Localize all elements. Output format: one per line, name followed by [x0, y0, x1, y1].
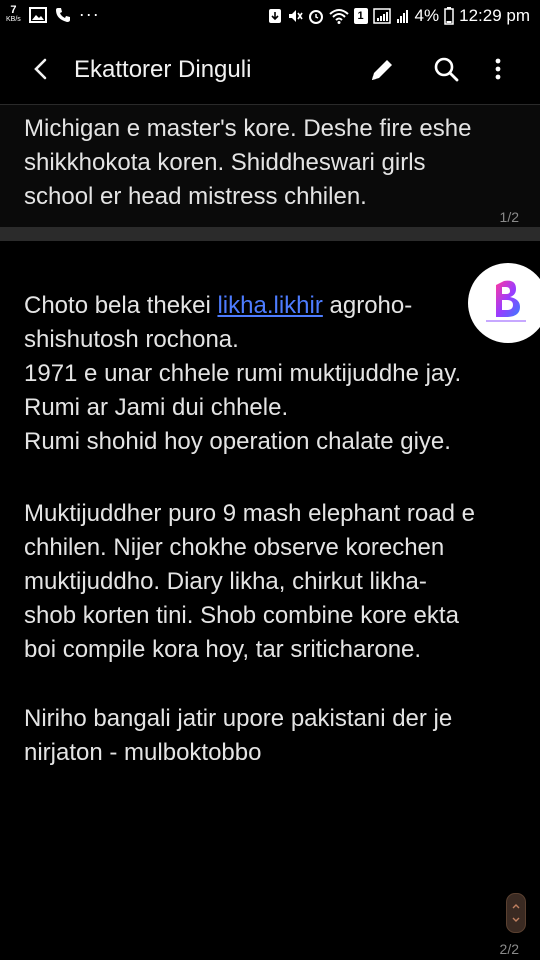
paragraph-2: Muktijuddher puro 9 mash elephant road e… — [24, 497, 524, 667]
text-line: boi compile kora hoy, tar sriticharone. — [24, 636, 422, 663]
network-speed: 7 KB/s — [6, 3, 21, 24]
network-speed-unit: KB/s — [6, 15, 21, 23]
sim-badge: 1 — [357, 10, 364, 22]
mute-icon — [287, 8, 303, 24]
overflow-menu-button[interactable] — [482, 54, 514, 86]
text-line: Choto bela thekei likha.likhir agroho- — [24, 289, 524, 323]
text-line: muktijuddho. Diary likha, chirkut likha- — [24, 568, 427, 595]
scroll-handle-icon — [512, 904, 520, 922]
back-button[interactable] — [28, 54, 56, 84]
overflow-menu-icon — [495, 58, 501, 80]
page-number: 2/2 — [499, 941, 519, 957]
text-line: Rumi shohid hoy operation chalate giye. — [24, 428, 451, 455]
text-line: shishutosh rochona. — [24, 326, 239, 353]
text-line: school er head mistress chhilen. — [24, 183, 367, 210]
app-bar: Ekattorer Dinguli — [0, 36, 540, 104]
text-segment: Choto bela thekei — [24, 292, 218, 319]
text-segment: agroho- — [322, 292, 413, 319]
page-1-text: Michigan e master's kore. Deshe fire esh… — [24, 112, 524, 214]
more-icon: ··· — [78, 4, 100, 24]
clock: 12:29 pm — [459, 6, 530, 25]
text-link[interactable]: likha.likhir — [217, 292, 322, 319]
battery-percent: 4% — [414, 6, 440, 25]
text-line: Niriho bangali jatir upore pakistani der… — [24, 705, 453, 732]
search-button[interactable] — [430, 54, 462, 86]
page-2: Choto bela thekei likha.likhir agroho- s… — [0, 241, 540, 960]
page-separator — [0, 227, 540, 241]
text-line: Rumi ar Jami dui chhele. — [24, 394, 289, 421]
image-icon — [28, 6, 47, 23]
page-title: Ekattorer Dinguli — [74, 56, 252, 83]
status-right: 1 4% 12:29 pm — [268, 6, 530, 26]
edit-icon — [372, 60, 392, 80]
edit-button[interactable] — [366, 54, 398, 86]
sim-icon: 1 — [353, 8, 368, 24]
text-line: Muktijuddher puro 9 mash elephant road e — [24, 500, 475, 527]
app-logo-icon — [486, 280, 526, 322]
page-1: Michigan e master's kore. Deshe fire esh… — [0, 105, 540, 227]
signal-icon — [396, 8, 410, 24]
battery-icon — [444, 7, 454, 25]
text-line: shikkhokota koren. Shiddheswari girls — [24, 149, 426, 176]
status-bar: 7 KB/s ··· 1 4% 12:29 pm — [0, 0, 540, 36]
text-line: nirjaton - mulboktobbo — [24, 739, 262, 766]
alarm-icon — [308, 8, 324, 24]
paragraph-3: Niriho bangali jatir upore pakistani der… — [24, 702, 524, 770]
signal-icon — [372, 8, 391, 24]
wifi-icon — [328, 8, 349, 24]
text-line: chhilen. Nijer chokhe observe korechen — [24, 534, 445, 561]
text-line: Michigan e master's kore. Deshe fire esh… — [24, 115, 472, 142]
page-number: 1/2 — [499, 209, 519, 225]
download-icon — [268, 8, 282, 24]
network-speed-value: 7 — [10, 3, 17, 16]
scroll-handle[interactable] — [506, 893, 526, 933]
search-icon — [434, 57, 459, 82]
back-icon — [34, 58, 47, 80]
floating-app-bubble[interactable] — [468, 263, 540, 343]
paragraph-1: Choto bela thekei likha.likhir agroho- s… — [24, 289, 524, 459]
status-left: 7 KB/s ··· — [6, 4, 100, 25]
phone-icon — [55, 7, 71, 23]
text-line: 1971 e unar chhele rumi muktijuddhe jay. — [24, 360, 462, 387]
text-line: shob korten tini. Shob combine kore ekta — [24, 602, 459, 629]
